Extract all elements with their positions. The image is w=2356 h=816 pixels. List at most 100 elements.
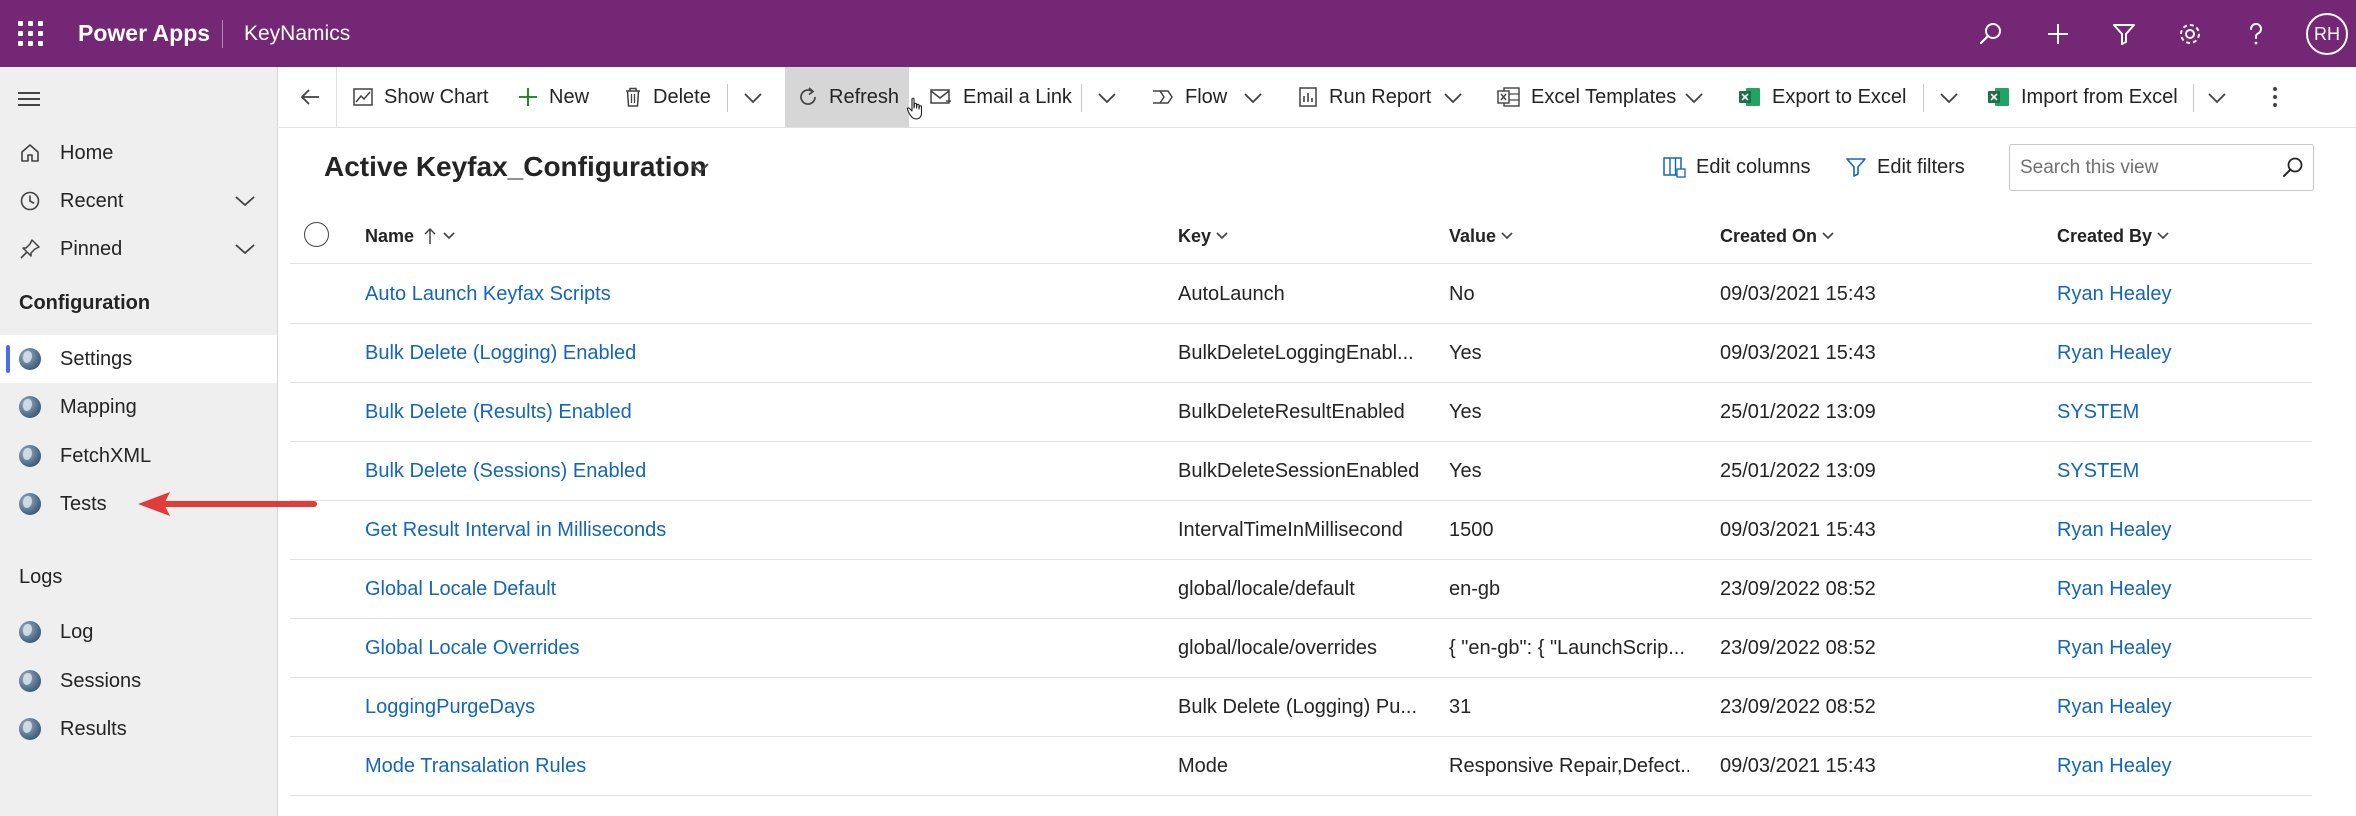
record-name-link[interactable]: Auto Launch Keyfax Scripts <box>365 281 885 307</box>
chevron-down-icon[interactable] <box>686 155 714 181</box>
created-by-link[interactable]: Ryan Healey <box>2057 753 2297 779</box>
search-icon[interactable] <box>2280 155 2306 181</box>
user-avatar[interactable]: RH <box>2306 13 2348 55</box>
sidebar-item-pinned[interactable]: Pinned <box>0 225 277 273</box>
record-name-link[interactable]: Bulk Delete (Sessions) Enabled <box>365 458 885 484</box>
sidebar-item-settings[interactable]: Settings <box>0 335 277 383</box>
cell-created-on: 09/03/2021 15:43 <box>1720 519 1876 541</box>
record-name-link[interactable]: Get Result Interval in Milliseconds <box>365 517 885 543</box>
excel-templates-button[interactable]: Excel Templates <box>1497 67 1676 127</box>
record-name-link[interactable]: Mode Transalation Rules <box>365 753 885 779</box>
help-icon[interactable] <box>2237 15 2275 53</box>
table-row[interactable]: Auto Launch Keyfax Scripts AutoLaunch No… <box>290 265 2312 324</box>
settings-gear-icon[interactable] <box>2171 15 2209 53</box>
hand-cursor-icon <box>906 97 923 120</box>
created-by-link[interactable]: SYSTEM <box>2057 399 2297 425</box>
column-header-key[interactable]: Key <box>1178 224 1229 248</box>
column-header-created-on[interactable]: Created On <box>1720 224 1835 248</box>
email-link-button[interactable]: Email a Link <box>929 67 1072 127</box>
cell-created-on: 23/09/2022 08:52 <box>1720 696 1876 718</box>
chevron-down-icon[interactable] <box>739 85 767 111</box>
back-button[interactable] <box>293 67 327 127</box>
hamburger-menu-icon[interactable] <box>18 89 44 109</box>
created-by-link[interactable]: Ryan Healey <box>2057 340 2297 366</box>
divider <box>727 84 728 112</box>
excel-template-icon <box>1497 87 1520 107</box>
record-name-link[interactable]: Bulk Delete (Results) Enabled <box>365 399 885 425</box>
new-button[interactable]: New <box>517 67 589 127</box>
table-row[interactable]: Mode Transalation Rules Mode Responsive … <box>290 737 2312 796</box>
sidebar-item-results[interactable]: Results <box>0 705 277 753</box>
cell-created-on: 23/09/2022 08:52 <box>1720 578 1876 600</box>
export-excel-button[interactable]: Export to Excel <box>1738 67 1907 127</box>
show-chart-button[interactable]: Show Chart <box>352 67 489 127</box>
edit-columns-button[interactable]: Edit columns <box>1662 152 1811 182</box>
sidebar-item-home[interactable]: Home <box>0 129 277 177</box>
search-icon[interactable] <box>1972 15 2010 53</box>
table-row[interactable]: Global Locale Overrides global/locale/ov… <box>290 619 2312 678</box>
chevron-down-icon[interactable] <box>2203 85 2231 111</box>
chevron-down-icon[interactable] <box>1439 85 1467 111</box>
table-row[interactable]: Bulk Delete (Results) Enabled BulkDelete… <box>290 383 2312 442</box>
sidebar-item-label: Sessions <box>60 669 142 692</box>
new-label: New <box>549 85 590 108</box>
created-by-link[interactable]: Ryan Healey <box>2057 576 2297 602</box>
entity-globe-icon <box>18 717 42 741</box>
import-excel-button[interactable]: Import from Excel <box>1987 67 2178 127</box>
created-by-link[interactable]: Ryan Healey <box>2057 517 2297 543</box>
record-name-link[interactable]: Global Locale Default <box>365 576 885 602</box>
run-report-button[interactable]: Run Report <box>1297 67 1431 127</box>
record-name-link[interactable]: LoggingPurgeDays <box>365 694 885 720</box>
plus-icon[interactable] <box>2039 15 2077 53</box>
created-by-link[interactable]: SYSTEM <box>2057 458 2297 484</box>
chevron-down-icon <box>443 232 455 240</box>
sidebar-item-recent[interactable]: Recent <box>0 177 277 225</box>
filter-icon <box>1846 158 1866 177</box>
column-header-value[interactable]: Value <box>1449 224 1514 248</box>
sidebar-item-sessions[interactable]: Sessions <box>0 657 277 705</box>
column-header-label: Created On <box>1720 225 1818 246</box>
table-row[interactable]: Global Locale Default global/locale/defa… <box>290 560 2312 619</box>
select-all-checkbox[interactable] <box>304 222 329 247</box>
cell-value: No <box>1449 283 1475 305</box>
table-row[interactable]: Bulk Delete (Logging) Enabled BulkDelete… <box>290 324 2312 383</box>
created-by-link[interactable]: Ryan Healey <box>2057 694 2297 720</box>
chevron-down-icon[interactable] <box>1093 85 1121 111</box>
entity-globe-icon <box>18 347 42 371</box>
app-launcher-icon[interactable] <box>18 21 44 47</box>
record-name-link[interactable]: Global Locale Overrides <box>365 635 885 661</box>
more-commands-button[interactable] <box>2263 67 2287 127</box>
created-by-link[interactable]: Ryan Healey <box>2057 635 2297 661</box>
flow-button[interactable]: Flow <box>1151 67 1227 127</box>
chevron-down-icon[interactable] <box>232 237 258 261</box>
chevron-down-icon[interactable] <box>1239 85 1267 111</box>
import-excel-label: Import from Excel <box>2021 85 2178 108</box>
delete-button[interactable]: Delete <box>623 67 711 127</box>
table-row[interactable]: LoggingPurgeDays Bulk Delete (Logging) P… <box>290 678 2312 737</box>
sidebar-item-log[interactable]: Log <box>0 608 277 656</box>
chevron-down-icon[interactable] <box>1935 85 1963 111</box>
filter-icon[interactable] <box>2105 15 2143 53</box>
column-header-created-by[interactable]: Created By <box>2057 224 2170 248</box>
table-row[interactable]: Get Result Interval in Milliseconds Inte… <box>290 501 2312 560</box>
view-selector-title[interactable]: Active Keyfax_Configuration <box>324 150 707 184</box>
sidebar-item-mapping[interactable]: Mapping <box>0 383 277 431</box>
cell-value: { "en-gb": { "LaunchScrip... <box>1449 637 1685 659</box>
chevron-down-icon <box>1216 232 1228 240</box>
edit-filters-button[interactable]: Edit filters <box>1845 152 1965 182</box>
cell-key: BulkDeleteLoggingEnabl... <box>1178 342 1414 364</box>
sidebar-item-label: Log <box>60 620 94 643</box>
created-by-link[interactable]: Ryan Healey <box>2057 281 2297 307</box>
refresh-button[interactable]: Refresh <box>785 67 909 127</box>
column-header-name[interactable]: Name <box>365 224 456 248</box>
sidebar-item-fetchxml[interactable]: FetchXML <box>0 432 277 480</box>
brand-title[interactable]: Power Apps <box>78 20 210 47</box>
search-input[interactable] <box>2020 153 2268 182</box>
table-row[interactable]: Bulk Delete (Sessions) Enabled BulkDelet… <box>290 442 2312 501</box>
chevron-down-icon[interactable] <box>232 189 258 213</box>
email-icon <box>930 89 951 104</box>
sidebar-item-label: Results <box>60 717 127 740</box>
chevron-down-icon[interactable] <box>1680 85 1708 111</box>
record-name-link[interactable]: Bulk Delete (Logging) Enabled <box>365 340 885 366</box>
app-name[interactable]: KeyNamics <box>244 21 350 47</box>
